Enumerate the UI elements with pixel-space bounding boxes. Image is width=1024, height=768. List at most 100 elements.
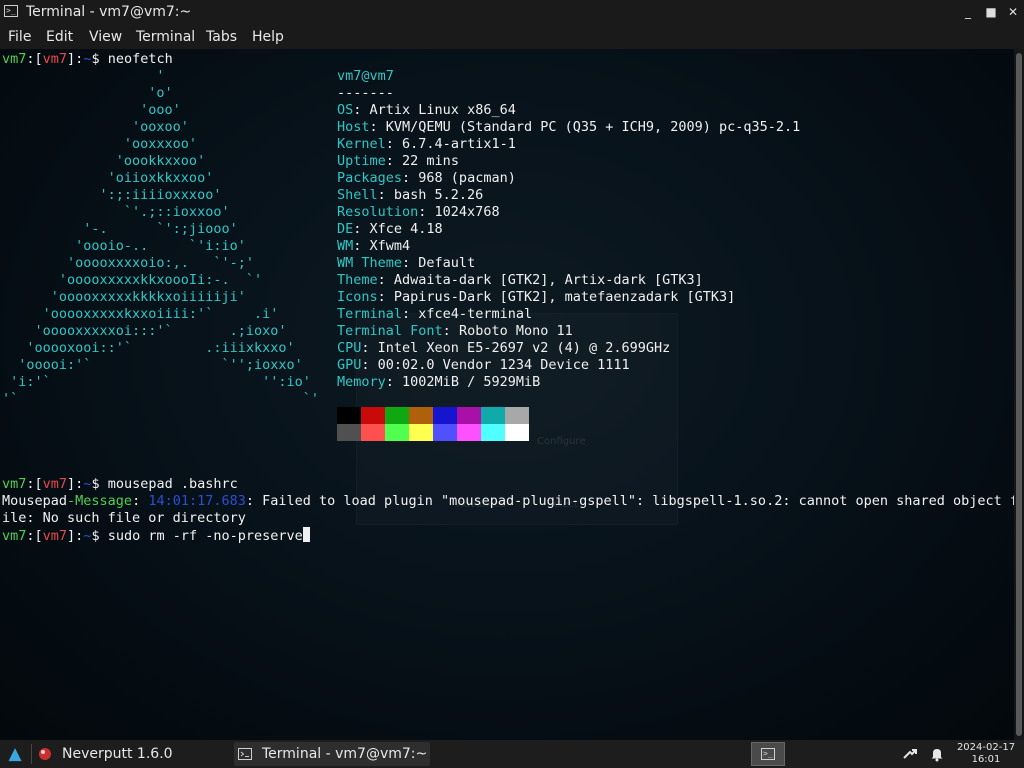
- color-palette: [337, 407, 529, 441]
- mousepad-message-line: Mousepad-Message: 14:01:17.683: Failed t…: [2, 493, 1014, 510]
- clock-time: 16:01: [971, 754, 1001, 765]
- terminal-app-icon[interactable]: >_: [4, 5, 18, 17]
- workspace-switcher[interactable]: >_: [751, 742, 785, 766]
- prompt-user: vm7: [2, 476, 27, 492]
- neofetch-field: Packages: 968 (pacman): [337, 170, 516, 186]
- task-label: Terminal - vm7@vm7:~: [262, 746, 428, 762]
- palette-swatch: [361, 424, 385, 441]
- palette-swatch: [409, 424, 433, 441]
- neofetch-field: OS: Artix Linux x86_64: [337, 102, 516, 118]
- logo-line: ': [2, 68, 165, 84]
- maximize-button[interactable]: ■: [983, 4, 999, 20]
- palette-swatch: [409, 407, 433, 424]
- neofetch-field: CPU: Intel Xeon E5-2697 v2 (4) @ 2.699GH…: [337, 340, 671, 356]
- artix-logo-icon[interactable]: ▲: [4, 743, 26, 765]
- palette-swatch: [505, 424, 529, 441]
- logo-line: 'ooxoo': [2, 119, 189, 135]
- minimize-button[interactable]: _: [960, 4, 976, 20]
- palette-swatch: [433, 407, 457, 424]
- menu-view[interactable]: View: [89, 29, 122, 45]
- menu-file[interactable]: File: [8, 29, 31, 45]
- logo-line: 'ooooxxxxxkkkkxoiiiiiji': [2, 289, 246, 305]
- neofetch-field: WM Theme: Default: [337, 255, 476, 271]
- neofetch-header: vm7@vm7: [337, 68, 394, 84]
- palette-swatch: [505, 407, 529, 424]
- menu-tabs[interactable]: Tabs: [206, 29, 237, 45]
- palette-swatch: [457, 407, 481, 424]
- prompt-user: vm7: [2, 528, 27, 544]
- prompt-host: vm7: [42, 528, 68, 544]
- menu-terminal[interactable]: Terminal: [136, 29, 195, 45]
- logo-line: 'ooooxooi::'` .:iiixkxxo': [2, 340, 295, 356]
- terminal-icon: [238, 748, 252, 760]
- logo-line: 'ooooxxxxxkxxoiiii:'` .i': [2, 306, 279, 322]
- text-cursor: [302, 527, 310, 542]
- command-input[interactable]: sudo rm -rf -no-preserve: [108, 528, 303, 544]
- neofetch-field: Resolution: 1024x768: [337, 204, 500, 220]
- neofetch-separator: -------: [337, 85, 394, 101]
- neofetch-field: Kernel: 6.7.4-artix1-1: [337, 136, 516, 152]
- palette-swatch: [385, 424, 409, 441]
- neofetch-field: Uptime: 22 mins: [337, 153, 459, 169]
- task-neverputt[interactable]: Neverputt 1.6.0: [34, 742, 230, 766]
- logo-line: 'ooooi:'` `'';ioxxo': [2, 357, 303, 373]
- taskbar: ▲ Neverputt 1.6.0 Terminal - vm7@vm7:~ >…: [0, 740, 1024, 768]
- logo-line: `'.;::ioxxoo': [2, 204, 230, 220]
- palette-swatch: [481, 424, 505, 441]
- menu-bar: File Edit View Terminal Tabs Help: [0, 25, 1024, 49]
- logo-line: 'oookkxxoo': [2, 153, 206, 169]
- bg-window-title: Configure: [537, 436, 586, 447]
- logo-line: 'ooooxxxxxoi:::'` .;ioxo': [2, 323, 287, 339]
- logo-line: 'oiioxkkxxoo': [2, 170, 214, 186]
- neofetch-field: Theme: Adwaita-dark [GTK2], Artix-dark […: [337, 272, 703, 288]
- window-title: Terminal - vm7@vm7:~: [26, 4, 192, 20]
- command-text: mousepad .bashrc: [107, 476, 238, 492]
- palette-swatch: [337, 424, 361, 441]
- palette-swatch: [457, 424, 481, 441]
- terminal-output[interactable]: Configure Advanced Select vm7:[vm7]:~$ n…: [0, 49, 1014, 740]
- palette-swatch: [385, 407, 409, 424]
- neofetch-field: Shell: bash 5.2.26: [337, 187, 484, 203]
- clock[interactable]: 2024-02-17 16:01: [952, 742, 1020, 766]
- prompt-user: vm7: [2, 51, 27, 67]
- logo-line: 'ooxxxoo': [2, 136, 198, 152]
- neofetch-field: Terminal Font: Roboto Mono 11: [337, 323, 573, 339]
- task-label: Neverputt 1.6.0: [62, 746, 173, 762]
- neofetch-field: Icons: Papirus-Dark [GTK2], matefaenzada…: [337, 289, 736, 305]
- neverputt-icon: [39, 748, 51, 760]
- logo-line: 'i:'` '':io': [2, 374, 311, 390]
- logo-line: 'ooooxxxxxkkxoooIi:-. `': [2, 272, 263, 288]
- close-button[interactable]: ✕: [1005, 4, 1021, 20]
- palette-swatch: [361, 407, 385, 424]
- menu-edit[interactable]: Edit: [46, 29, 73, 45]
- menu-help[interactable]: Help: [252, 29, 284, 45]
- logo-line: '-. `':;jiooo': [2, 221, 238, 237]
- current-prompt-line[interactable]: vm7:[vm7]:~$ sudo rm -rf -no-preserve: [2, 527, 310, 544]
- palette-swatch: [433, 424, 457, 441]
- logo-line: 'ooooxxxxoio:,. `'-;': [2, 255, 254, 271]
- message-text: : Failed to load plugin "mousepad-plugin…: [245, 493, 1014, 509]
- neofetch-field: Terminal: xfce4-terminal: [337, 306, 533, 322]
- palette-swatch: [481, 407, 505, 424]
- message-timestamp: 14:01:17.683: [148, 493, 246, 509]
- scrollbar-thumb[interactable]: [1016, 53, 1022, 736]
- logo-line: ':;:iiiioxxxoo': [2, 187, 222, 203]
- neofetch-field: DE: Xfce 4.18: [337, 221, 443, 237]
- network-icon[interactable]: [902, 746, 918, 762]
- mousepad-message-wrap: ile: No such file or directory: [2, 510, 246, 526]
- neofetch-field: GPU: 00:02.0 Vendor 1234 Device 1111: [337, 357, 630, 373]
- command-text: neofetch: [107, 51, 173, 67]
- logo-line: 'o': [2, 85, 173, 101]
- window-titlebar[interactable]: >_ Terminal - vm7@vm7:~ _ ■ ✕: [0, 0, 1024, 25]
- neofetch-field: WM: Xfwm4: [337, 238, 411, 254]
- taskbar-separator: [31, 744, 32, 764]
- logo-line: 'ooo': [2, 102, 181, 118]
- clock-date: 2024-02-17: [956, 742, 1016, 753]
- artix-ascii-logo: ' 'o' 'ooo' 'ooxoo' 'ooxxxoo' 'oookkxxoo…: [2, 68, 319, 408]
- terminal-scrollbar[interactable]: [1014, 49, 1024, 740]
- neofetch-field: Host: KVM/QEMU (Standard PC (Q35 + ICH9,…: [337, 119, 801, 135]
- logo-line: 'oooio-.. `'i:io': [2, 238, 246, 254]
- bell-icon[interactable]: [929, 746, 945, 762]
- task-terminal[interactable]: Terminal - vm7@vm7:~: [234, 742, 430, 766]
- neofetch-field: Memory: 1002MiB / 5929MiB: [337, 374, 541, 390]
